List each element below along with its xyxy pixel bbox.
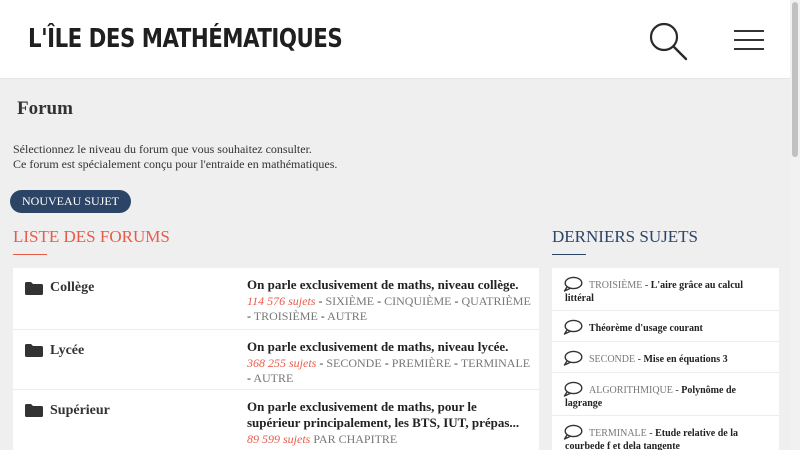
scrollbar-thumb[interactable]: [792, 2, 798, 157]
topic-category: TERMINALE: [589, 428, 647, 439]
latest-topic-text: TERMINALE - Etude relative de la courbed…: [565, 427, 770, 450]
latest-topics-list: TROISIÈME - L'aire grâce au calcul litté…: [552, 268, 779, 450]
subforum-link[interactable]: PREMIÈRE: [392, 356, 451, 370]
separator: -: [642, 280, 651, 291]
intro-line: Sélectionnez le niveau du forum que vous…: [13, 142, 312, 156]
forum-description[interactable]: On parle exclusivement de maths, niveau …: [247, 277, 532, 293]
heading-underline: [13, 254, 47, 255]
forum-intro: Sélectionnez le niveau du forum que vous…: [13, 142, 337, 172]
latest-topic-item[interactable]: TERMINALE - Etude relative de la courbed…: [552, 416, 779, 450]
topic-title[interactable]: Mise en équations 3: [643, 354, 727, 365]
forum-description[interactable]: On parle exclusivement de maths, pour le…: [247, 399, 532, 431]
forum-info: On parle exclusivement de maths, pour le…: [247, 399, 532, 447]
topic-count: 114 576 sujets: [247, 294, 316, 308]
page-title: Forum: [17, 98, 73, 119]
latest-topic-text: ALGORITHMIQUE - Polynôme de lagrange: [565, 384, 770, 410]
forum-row-college[interactable]: Collège On parle exclusivement de maths,…: [13, 268, 539, 330]
topic-category: TROISIÈME: [589, 280, 643, 291]
forum-description[interactable]: On parle exclusivement de maths, niveau …: [247, 339, 532, 355]
subforum-link[interactable]: PAR CHAPITRE: [313, 432, 397, 446]
latest-topic-item[interactable]: Théorème d'usage courant: [552, 311, 779, 342]
folder-icon: [25, 404, 43, 417]
subforum-link[interactable]: SECONDE: [326, 356, 381, 370]
hamburger-menu-icon[interactable]: [734, 28, 764, 52]
subforum-link[interactable]: TERMINALE: [461, 356, 530, 370]
folder-icon: [25, 344, 43, 357]
topic-title[interactable]: Théorème d'usage courant: [589, 323, 703, 334]
search-icon[interactable]: [648, 21, 688, 61]
subforum-link[interactable]: AUTRE: [253, 371, 293, 385]
latest-topic-text: TROISIÈME - L'aire grâce au calcul litté…: [565, 279, 770, 305]
new-topic-button[interactable]: Nouveau sujet: [10, 190, 131, 213]
forum-name[interactable]: Lycée: [50, 343, 84, 359]
topic-count: 368 255 sujets: [247, 356, 317, 370]
forum-meta: 114 576 sujets - SIXIÈME - CINQUIÈME - Q…: [247, 294, 531, 323]
forums-list-heading: Liste des forums: [13, 227, 170, 246]
forum-row-superieur[interactable]: Supérieur On parle exclusivement de math…: [13, 390, 539, 450]
subforum-link[interactable]: AUTRE: [327, 309, 367, 323]
folder-icon: [25, 282, 43, 295]
topic-category: ALGORITHMIQUE: [589, 385, 673, 396]
forum-info: On parle exclusivement de maths, niveau …: [247, 277, 532, 324]
subforum-link[interactable]: QUATRIÈME: [461, 294, 530, 308]
separator: -: [672, 385, 682, 396]
topic-category: SECONDE: [589, 354, 636, 365]
forums-list: Collège On parle exclusivement de maths,…: [13, 268, 539, 450]
forum-meta: 89 599 sujets PAR CHAPITRE: [247, 432, 532, 447]
latest-topic-text: Théorème d'usage courant: [565, 322, 770, 335]
forum-row-lycee[interactable]: Lycée On parle exclusivement de maths, n…: [13, 330, 539, 390]
forum-name[interactable]: Collège: [50, 280, 94, 296]
separator: -: [646, 428, 656, 439]
forum-info: On parle exclusivement de maths, niveau …: [247, 339, 532, 386]
latest-topic-item[interactable]: SECONDE - Mise en équations 3: [552, 342, 779, 373]
site-logo[interactable]: L'ÎLE DES MATHÉMATIQUES: [28, 24, 343, 54]
scrollbar[interactable]: [790, 0, 800, 450]
subforum-link[interactable]: CINQUIÈME: [384, 294, 451, 308]
site-header: L'ÎLE DES MATHÉMATIQUES: [0, 0, 790, 79]
topic-count: 89 599 sujets: [247, 432, 311, 446]
heading-underline: [552, 254, 586, 255]
latest-topic-text: SECONDE - Mise en équations 3: [565, 353, 770, 366]
subforum-link[interactable]: TROISIÈME: [254, 309, 318, 323]
subforum-link[interactable]: SIXIÈME: [325, 294, 374, 308]
forum-name[interactable]: Supérieur: [50, 403, 110, 419]
latest-topic-item[interactable]: ALGORITHMIQUE - Polynôme de lagrange: [552, 373, 779, 416]
forum-meta: 368 255 sujets - SECONDE - PREMIÈRE - TE…: [247, 356, 531, 385]
latest-topic-item[interactable]: TROISIÈME - L'aire grâce au calcul litté…: [552, 268, 779, 311]
intro-line: Ce forum est spécialement conçu pour l'e…: [13, 157, 338, 171]
latest-topics-heading: Derniers sujets: [552, 227, 698, 246]
